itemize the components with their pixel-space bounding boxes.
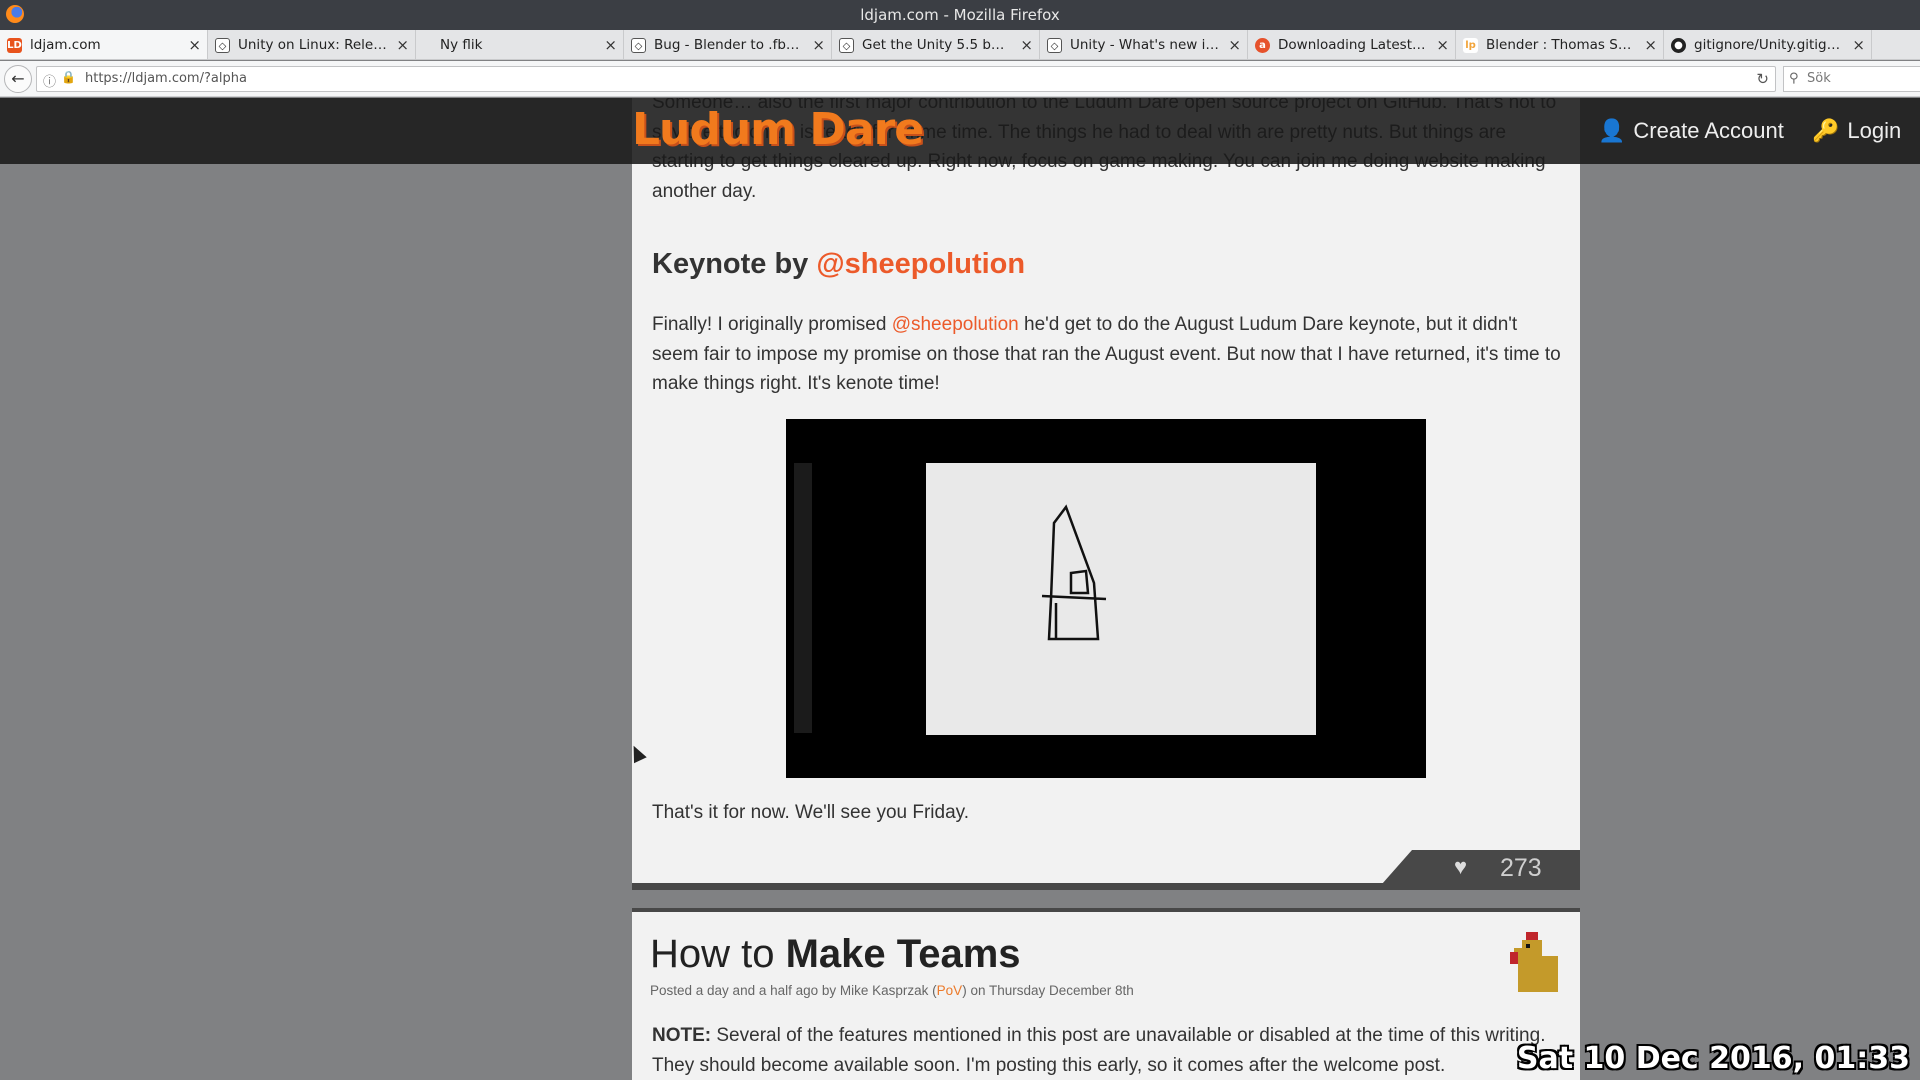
article-post: How to Make Teams Posted a day and a hal… — [632, 908, 1580, 1080]
tab-unity-linux[interactable]: ◇ Unity on Linux: Release... × — [208, 30, 416, 59]
close-icon[interactable]: × — [1020, 36, 1033, 54]
post-title[interactable]: How to Make Teams — [650, 932, 1021, 977]
site-header: Ludum Dare 👤 Create Account 🔑 Login — [0, 98, 1920, 164]
askubuntu-favicon-icon: a — [1255, 38, 1270, 53]
create-account-button[interactable]: 👤 Create Account — [1598, 118, 1784, 144]
back-arrow-icon: ← — [11, 69, 25, 88]
close-icon[interactable]: × — [1644, 36, 1657, 54]
title-text-bold: Make Teams — [785, 932, 1021, 976]
paragraph-text: Finally! I originally promised — [652, 314, 892, 335]
title-text: How to — [650, 932, 786, 976]
login-button[interactable]: 🔑 Login — [1812, 118, 1901, 144]
close-icon[interactable]: × — [1436, 36, 1449, 54]
github-favicon-icon: ● — [1671, 38, 1686, 53]
embedded-video[interactable] — [786, 419, 1426, 778]
login-label: Login — [1847, 118, 1902, 143]
info-icon[interactable]: ⓘ — [43, 71, 56, 90]
tab-download-blender[interactable]: a Downloading Latest Bl... × — [1248, 30, 1456, 59]
unity-favicon-icon: ◇ — [1047, 38, 1062, 53]
author-link[interactable]: PoV — [937, 983, 963, 998]
drawing-canvas-image — [926, 463, 1316, 735]
tab-label: Blender : Thomas Schiex — [1486, 37, 1636, 53]
add-user-icon: 👤 — [1598, 118, 1626, 143]
window-title: ldjam.com - Mozilla Firefox — [860, 6, 1060, 24]
house-drawing-image — [1041, 504, 1107, 641]
heading-text: Keynote by — [652, 248, 817, 280]
close-icon[interactable]: × — [604, 36, 617, 54]
article-paragraph: NOTE: Several of the features mentioned … — [652, 1021, 1552, 1080]
meta-text: ) on Thursday December 8th — [962, 983, 1134, 998]
tab-new[interactable]: Ny flik × — [416, 30, 624, 59]
article-paragraph: Finally! I originally promised @sheepolu… — [652, 310, 1562, 399]
tab-blender-bug[interactable]: ◇ Bug - Blender to .fbx pr... × — [624, 30, 832, 59]
paragraph-text: Several of the features mentioned in thi… — [652, 1025, 1546, 1076]
back-button[interactable]: ← — [4, 65, 32, 93]
create-account-label: Create Account — [1633, 118, 1784, 143]
meta-text: Posted a day and a half ago by Mike Kasp… — [650, 983, 937, 998]
unity-favicon-icon: ◇ — [631, 38, 646, 53]
post-meta: Posted a day and a half ago by Mike Kasp… — [650, 983, 1134, 998]
tab-ldjam[interactable]: LD ldjam.com × — [0, 30, 208, 59]
article-post: Someone… also the first major contributi… — [632, 98, 1580, 884]
tab-unity-whatsnew[interactable]: ◇ Unity - What's new in U... × — [1040, 30, 1248, 59]
tab-label: Get the Unity 5.5 beta ... — [862, 37, 1012, 53]
key-icon: 🔑 — [1812, 118, 1840, 143]
close-icon[interactable]: × — [1852, 36, 1865, 54]
divider — [632, 883, 1580, 890]
tab-blender-launchpad[interactable]: lp Blender : Thomas Schiex × — [1456, 30, 1664, 59]
close-icon[interactable]: × — [188, 36, 201, 54]
url-bar[interactable]: ⓘ 🔒 https://ldjam.com/?alpha ↻ — [36, 66, 1776, 92]
search-icon: ⚲ — [1789, 71, 1799, 86]
avatar[interactable] — [1498, 932, 1562, 996]
lock-icon: 🔒 — [61, 70, 76, 84]
like-count: 273 — [1500, 854, 1542, 882]
tab-label: Ny flik — [440, 37, 483, 53]
tab-label: Downloading Latest Bl... — [1278, 37, 1428, 53]
tab-label: gitignore/Unity.gitigno... — [1694, 37, 1844, 53]
ludumdare-favicon-icon: LD — [7, 38, 22, 53]
tab-label: Unity - What's new in U... — [1070, 37, 1220, 53]
tab-unity-beta[interactable]: ◇ Get the Unity 5.5 beta ... × — [832, 30, 1040, 59]
unity-favicon-icon: ◇ — [215, 38, 230, 53]
article-paragraph: That's it for now. We'll see you Friday. — [652, 802, 970, 823]
mention-link[interactable]: @sheepolution — [892, 314, 1019, 335]
tab-gitignore[interactable]: ● gitignore/Unity.gitigno... × — [1664, 30, 1872, 59]
ludumdare-logo[interactable]: Ludum Dare — [632, 104, 924, 155]
tab-label: Bug - Blender to .fbx pr... — [654, 37, 804, 53]
note-label: NOTE: — [652, 1025, 712, 1046]
mention-link[interactable]: @sheepolution — [816, 248, 1025, 280]
navigation-bar: ← ⓘ 🔒 https://ldjam.com/?alpha ↻ ⚲ Sök — [0, 61, 1920, 97]
unity-favicon-icon: ◇ — [839, 38, 854, 53]
close-icon[interactable]: × — [1228, 36, 1241, 54]
tab-label: Unity on Linux: Release... — [238, 37, 388, 53]
window-titlebar: ldjam.com - Mozilla Firefox — [0, 0, 1920, 30]
section-heading: Keynote by @sheepolution — [652, 248, 1025, 281]
search-placeholder: Sök — [1807, 71, 1831, 86]
reload-icon[interactable]: ↻ — [1756, 70, 1769, 88]
heart-icon: ♥ — [1454, 854, 1468, 879]
url-text[interactable]: https://ldjam.com/?alpha — [85, 71, 247, 86]
tab-strip: LD ldjam.com × ◇ Unity on Linux: Release… — [0, 30, 1920, 60]
close-icon[interactable]: × — [396, 36, 409, 54]
like-button[interactable]: ♥ 273 — [1382, 850, 1580, 884]
search-bar[interactable]: ⚲ Sök — [1783, 66, 1920, 92]
tab-label: ldjam.com — [30, 37, 101, 53]
close-icon[interactable]: × — [812, 36, 825, 54]
launchpad-favicon-icon: lp — [1463, 38, 1478, 53]
video-toolbar-image — [794, 463, 812, 733]
clock-overlay: Sat 10 Dec 2016, 01:33 — [1516, 1041, 1910, 1076]
